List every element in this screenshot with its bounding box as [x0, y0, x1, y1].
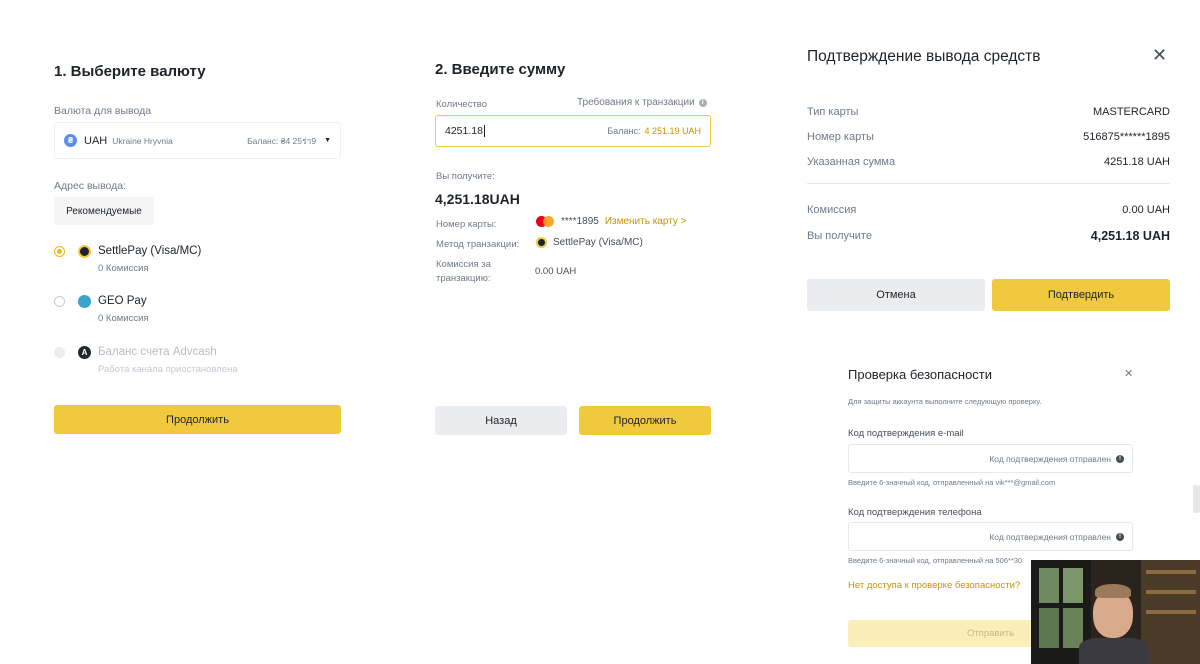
info-icon: i [698, 98, 707, 107]
card-value: ****1895 [561, 216, 599, 227]
shelf [1146, 590, 1196, 594]
geopay-icon [78, 295, 91, 308]
method-advcash: A Баланс счета Advcash Работа канала при… [54, 344, 344, 378]
fee-label: Комиссия за транзакцию: [436, 259, 491, 284]
divider [807, 183, 1170, 184]
continue-button-step1[interactable]: Продолжить [54, 405, 341, 434]
security-subtitle: Для защиты аккаунта выполните следующую … [848, 397, 1042, 406]
fee-value: 0.00 UAH [535, 266, 577, 277]
back-button[interactable]: Назад [435, 406, 567, 435]
email-code-label: Код подтверждения e-mail [848, 428, 964, 439]
amount-input[interactable]: 4251.18 Баланс: 4 251.19 UAH [435, 115, 711, 147]
method-name: GEO Pay [98, 295, 147, 307]
no-access-link[interactable]: Нет доступа к проверке безопасности? [848, 580, 1020, 591]
advcash-icon: A [78, 346, 91, 359]
currency-select[interactable]: ₴ UAH Ukraine Hryvnia Баланс: ₴4 25ร่า9 … [54, 122, 341, 159]
mastercard-icon [536, 216, 554, 227]
confirm-receive-value: 4,251.18 UAH [1090, 229, 1170, 243]
balance-prefix: Баланс: [607, 126, 641, 136]
currency-code: UAH [84, 134, 108, 147]
address-label: Адрес вывода: [54, 180, 127, 192]
receive-label: Вы получите: [436, 171, 495, 182]
method-geopay[interactable]: GEO Pay 0 Комиссия [54, 293, 344, 327]
step2-title: 2. Введите сумму [435, 61, 566, 78]
text-cursor [483, 125, 485, 137]
security-title: Проверка безопасности [848, 367, 993, 382]
email-code-hint: Введите 6-значный код, отправленный на v… [848, 478, 1056, 487]
confirm-fee-value: 0.00 UAH [1122, 204, 1170, 216]
radio-unselected[interactable] [54, 296, 65, 307]
requirements-label: Требования к транзакции [577, 97, 695, 108]
phone-code-input[interactable]: Код подтверждения отправлен ! [848, 522, 1133, 551]
currency-label: Валюта для вывода [54, 105, 152, 117]
window-pane [1063, 608, 1083, 648]
card-label: Номер карты: [436, 219, 497, 230]
info-icon: ! [1116, 454, 1124, 463]
continue-button-step2[interactable]: Продолжить [579, 406, 711, 435]
confirm-row: Номер карты 516875******1895 [807, 130, 1170, 143]
method-value: SettlePay (Visa/MC) [553, 237, 643, 248]
amount-value: 4251.18 [445, 125, 483, 137]
method-fee: 0 Комиссия [98, 313, 149, 324]
close-icon[interactable]: ✕ [1152, 45, 1167, 66]
email-code-placeholder: Код подтверждения отправлен [989, 453, 1111, 464]
phone-code-placeholder: Код подтверждения отправлен [989, 531, 1111, 542]
step1-title: 1. Выберите валюту [54, 63, 206, 80]
security-close-icon[interactable]: ✕ [1124, 367, 1133, 380]
confirm-receive-row: Вы получите 4,251.18 UAH [807, 229, 1170, 243]
webcam-overlay [1031, 560, 1200, 664]
confirm-receive-label: Вы получите [807, 230, 872, 242]
shelf [1146, 570, 1196, 574]
email-code-input[interactable]: Код подтверждения отправлен ! [848, 444, 1133, 473]
confirm-row: Тип карты MASTERCARD [807, 105, 1170, 118]
radio-disabled [54, 347, 65, 358]
window-pane [1039, 568, 1059, 603]
phone-code-hint: Введите 6-значный код, отправленный на 5… [848, 556, 1023, 565]
confirm-fee-row: Комиссия 0.00 UAH [807, 204, 1170, 216]
uah-coin-icon: ₴ [64, 134, 77, 147]
phone-code-label: Код подтверждения телефона [848, 507, 982, 518]
confirm-row: Указанная сумма 4251.18 UAH [807, 155, 1170, 168]
balance-value: 4 251.19 UAH [644, 126, 701, 136]
cancel-button[interactable]: Отмена [807, 279, 985, 311]
confirm-fee-label: Комиссия [807, 204, 857, 216]
amount-label: Количество [436, 99, 488, 110]
settlepay-icon [536, 237, 547, 248]
method-name: SettlePay (Visa/MC) [98, 245, 202, 257]
scrollbar[interactable] [1193, 485, 1200, 513]
person-hair [1095, 584, 1131, 598]
radio-selected[interactable] [54, 246, 65, 257]
currency-name: Ukraine Hryvnia [112, 135, 173, 146]
method-label: Метод транзакции: [436, 239, 520, 250]
change-card-link[interactable]: Изменить карту > [605, 216, 687, 227]
chevron-down-icon: ▼ [324, 137, 331, 144]
shelf [1146, 610, 1196, 614]
settlepay-icon [78, 245, 91, 258]
tag-recommended[interactable]: Рекомендуемые [54, 197, 154, 225]
method-name: Баланс счета Advcash [98, 346, 217, 358]
method-status: Работа канала приостановлена [98, 364, 238, 375]
window-pane [1063, 568, 1083, 603]
currency-balance: Баланс: ₴4 25ร่า9 [247, 135, 317, 146]
receive-value: 4,251.18UAH [435, 191, 520, 207]
info-icon: ! [1116, 532, 1124, 541]
method-fee: 0 Комиссия [98, 263, 149, 274]
person-shirt [1079, 638, 1149, 664]
requirements-link[interactable]: Требования к транзакции i [577, 97, 707, 108]
window-pane [1039, 608, 1059, 648]
confirm-button[interactable]: Подтвердить [992, 279, 1170, 311]
confirm-title: Подтверждение вывода средств [807, 48, 1041, 65]
method-settlepay[interactable]: SettlePay (Visa/MC) 0 Комиссия [54, 243, 344, 277]
